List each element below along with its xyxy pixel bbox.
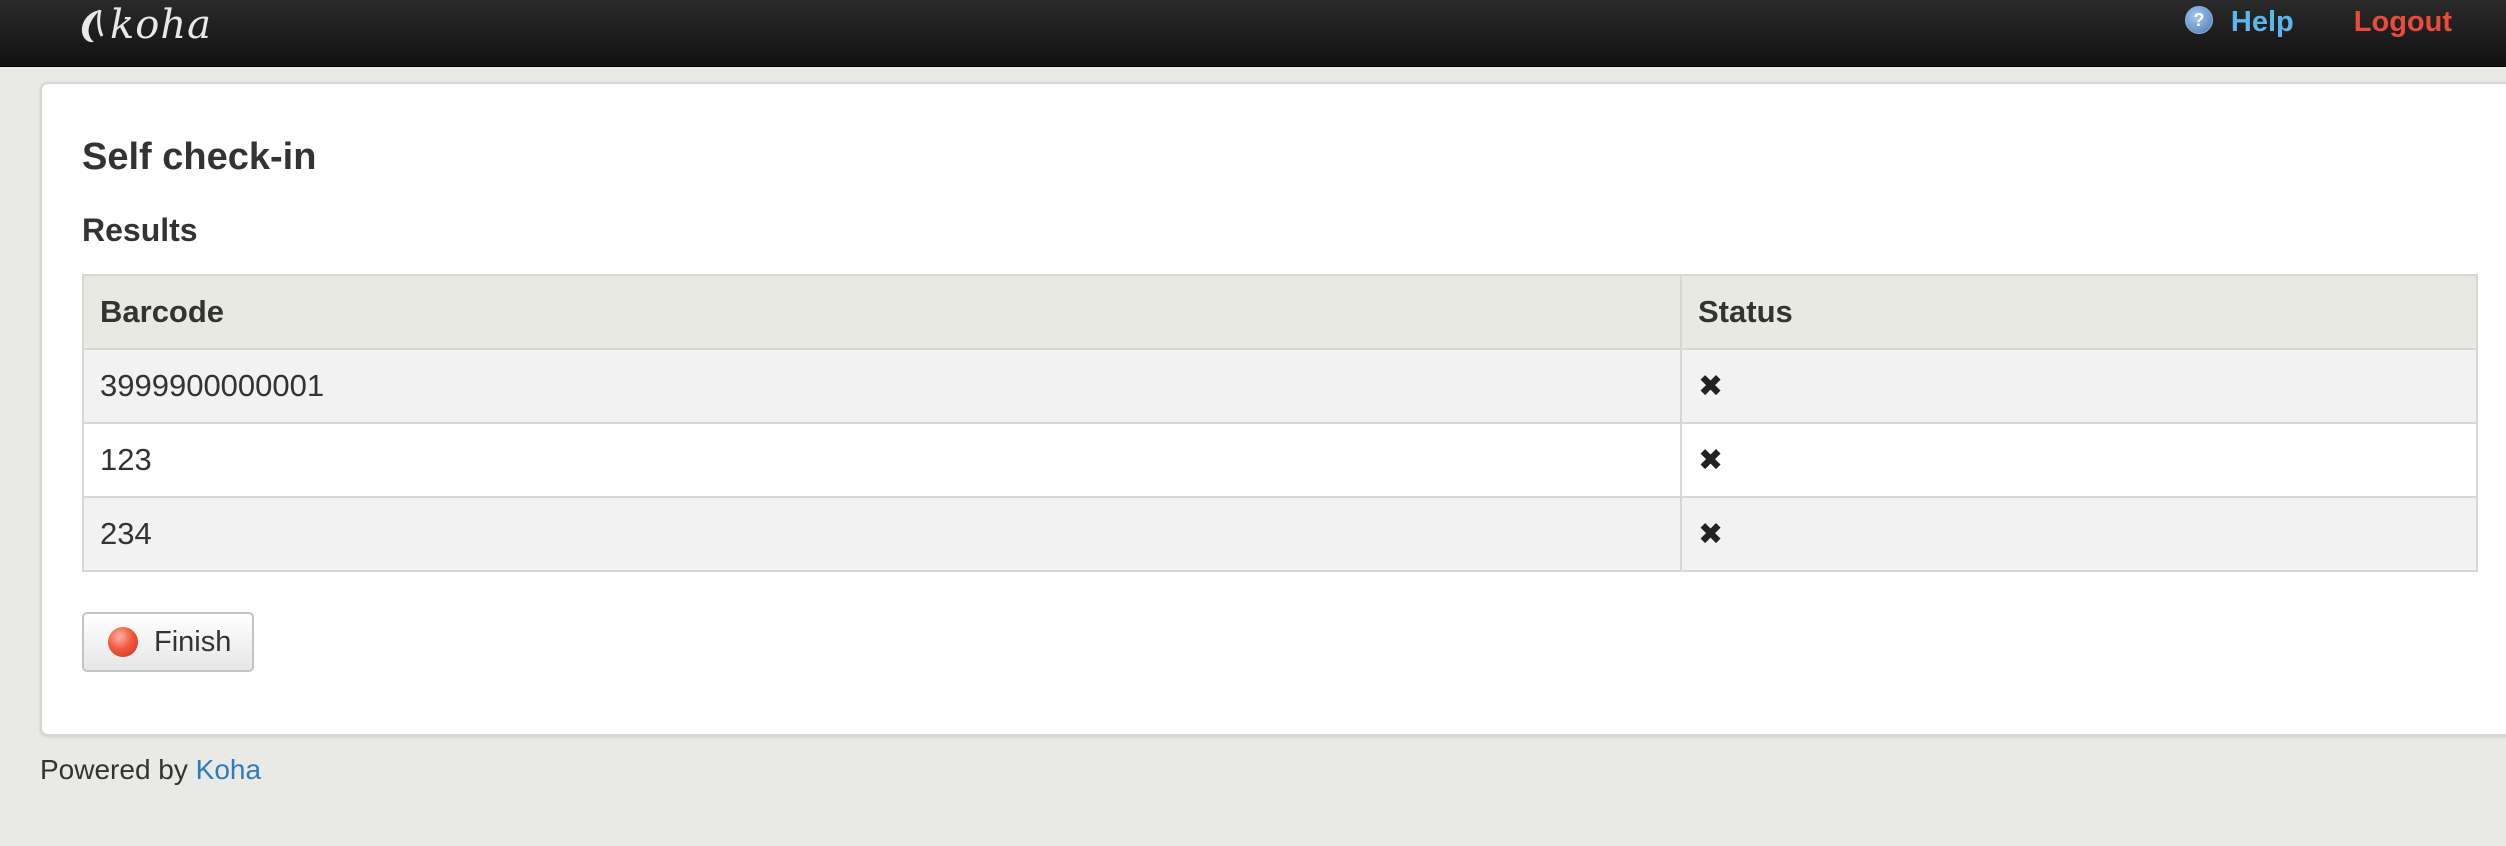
finish-button[interactable]: Finish bbox=[82, 612, 254, 672]
status-cell: ✖ bbox=[1680, 348, 2478, 424]
table-row: 123 ✖ bbox=[82, 422, 2478, 498]
results-table: Barcode Status 3999900000001 ✖ 123 ✖ 234… bbox=[82, 274, 2478, 572]
barcode-cell: 123 bbox=[82, 422, 1682, 498]
logout-link[interactable]: Logout bbox=[2354, 6, 2452, 39]
section-title: Results bbox=[82, 212, 198, 248]
help-link[interactable]: ? Help bbox=[2184, 5, 2294, 39]
table-header-row: Barcode Status bbox=[82, 274, 2478, 350]
x-icon: ✖ bbox=[1698, 444, 1724, 477]
status-cell: ✖ bbox=[1680, 422, 2478, 498]
finish-label: Finish bbox=[154, 625, 232, 658]
x-icon: ✖ bbox=[1698, 370, 1724, 403]
main-panel: Self check-in Results Barcode Status 399… bbox=[40, 82, 2506, 736]
footer: Powered by Koha bbox=[40, 754, 261, 786]
brand-name: koha bbox=[110, 2, 212, 48]
help-icon: ? bbox=[2184, 6, 2213, 34]
barcode-cell: 3999900000001 bbox=[82, 348, 1682, 424]
stop-icon bbox=[108, 627, 138, 657]
status-cell: ✖ bbox=[1680, 496, 2478, 572]
table-row: 234 ✖ bbox=[82, 496, 2478, 572]
koha-logo-icon bbox=[81, 9, 104, 43]
powered-by-text: Powered by bbox=[40, 754, 188, 785]
top-navbar: koha ? Help Logout bbox=[0, 0, 2506, 67]
koha-link[interactable]: Koha bbox=[196, 754, 261, 785]
column-header-status: Status bbox=[1680, 274, 2478, 350]
column-header-barcode: Barcode bbox=[82, 274, 1682, 350]
nav-links: ? Help Logout bbox=[2184, 0, 2452, 44]
x-icon: ✖ bbox=[1698, 518, 1724, 551]
page-title: Self check-in bbox=[82, 136, 317, 178]
barcode-cell: 234 bbox=[82, 496, 1682, 572]
help-label: Help bbox=[2230, 5, 2294, 38]
table-row: 3999900000001 ✖ bbox=[82, 348, 2478, 424]
koha-logo[interactable]: koha bbox=[78, 0, 212, 50]
